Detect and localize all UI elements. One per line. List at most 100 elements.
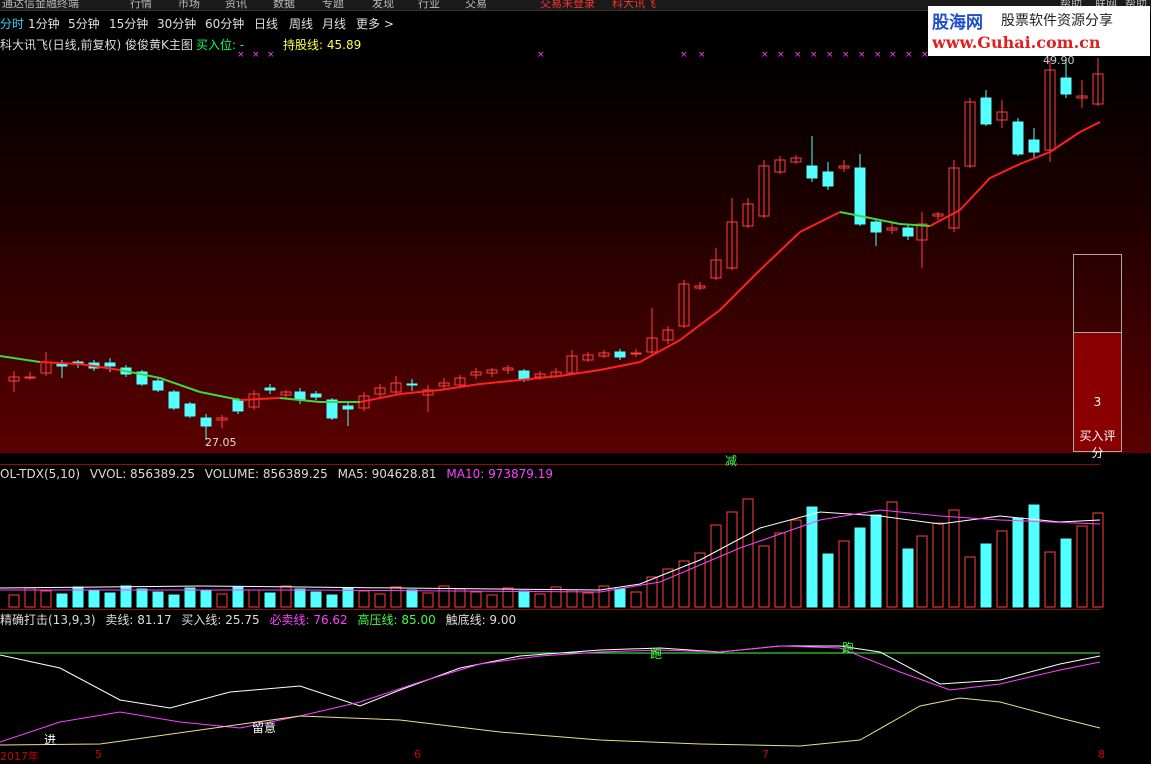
sell-marker: × xyxy=(777,50,785,60)
volume-bar xyxy=(870,514,882,608)
volume-bar xyxy=(374,593,386,608)
oscillator-legend: 精确打击(13,9,3) 卖线: 81.17 买入线: 25.75 必卖线: 7… xyxy=(0,611,522,628)
volume-bar xyxy=(996,530,1008,608)
volume-bar xyxy=(24,587,36,608)
volume-bar xyxy=(964,556,976,608)
volume-bar xyxy=(582,592,594,608)
buy-score-label: 买入评分 xyxy=(1079,429,1116,460)
run-signal-label-2: 跑 xyxy=(842,641,855,655)
buy-line-value: 买入线: 25.75 xyxy=(181,613,260,627)
volume-bar xyxy=(1012,517,1024,608)
volume-bar xyxy=(152,591,164,608)
volume-bar xyxy=(120,585,132,608)
date-label-july: 7 xyxy=(762,748,769,761)
volume-bar xyxy=(280,585,292,608)
candle-body xyxy=(342,405,354,410)
volume-bar xyxy=(1076,525,1088,608)
candle-body xyxy=(980,97,992,125)
volume-bar xyxy=(948,509,960,608)
candle-body xyxy=(310,393,322,398)
sell-marker: × xyxy=(267,50,275,60)
sell-marker: × xyxy=(889,50,897,60)
volume-bar xyxy=(646,576,658,608)
volume-bar xyxy=(534,593,546,608)
sell-marker: × xyxy=(842,50,850,60)
ma-line-segment xyxy=(929,209,961,227)
volume-bar xyxy=(774,532,786,608)
candle-body xyxy=(1060,77,1072,95)
sell-marker: × xyxy=(537,50,545,60)
volume-ma10-line xyxy=(0,509,1101,593)
candle-body xyxy=(902,227,914,237)
volume-bar xyxy=(422,592,434,608)
candle-body xyxy=(200,417,212,427)
volume-bar xyxy=(1092,512,1104,608)
volume-bar xyxy=(614,588,626,608)
volume-bar xyxy=(216,593,228,608)
price-chart[interactable]: × × × × × × × × × × × × × × × × × xyxy=(0,0,1151,761)
ma-line-segment xyxy=(719,269,761,311)
ma-line-segment xyxy=(399,389,441,395)
sell-line-value: 卖线: 81.17 xyxy=(105,613,172,627)
ma-line-segment xyxy=(199,391,241,401)
volume-bar xyxy=(790,519,802,608)
buy-score-value: 3 xyxy=(1093,395,1102,409)
date-label-june: 6 xyxy=(414,748,421,761)
watermark: 股海网 股票软件资源分享 www.Guhai.com.cn xyxy=(928,6,1150,56)
volume-bar xyxy=(726,511,738,608)
volume-bar xyxy=(630,591,642,608)
volume-bar xyxy=(326,594,338,608)
volume-bar xyxy=(916,535,928,608)
volume-bar xyxy=(136,588,148,608)
volume-bar xyxy=(264,592,276,608)
volume-bar xyxy=(932,522,944,608)
volume-bar xyxy=(184,587,196,608)
ma-line-segment xyxy=(0,355,41,363)
candle-body xyxy=(406,383,418,386)
ma-line-segment xyxy=(159,377,201,393)
volume-legend: OL-TDX(5,10) VVOL: 856389.25 VOLUME: 856… xyxy=(0,467,559,481)
ma-line-segment xyxy=(639,339,681,363)
watermark-slogan: 股票软件资源分享 xyxy=(1001,13,1113,29)
volume-bar xyxy=(980,543,992,608)
ma-line-segment xyxy=(239,397,281,401)
volume-bar xyxy=(406,589,418,608)
ma-line-segment xyxy=(1019,151,1051,165)
volume-bar xyxy=(1044,551,1056,608)
volume-bar xyxy=(566,589,578,608)
candle-body xyxy=(630,352,642,355)
volume-ma5-line xyxy=(0,511,1101,591)
notice-signal-label: 留意 xyxy=(252,721,277,735)
pressure-line-value: 高压线: 85.00 xyxy=(357,613,436,627)
volume-bar xyxy=(104,592,116,608)
sell-marker: × xyxy=(761,50,769,60)
low-price-label: 27.05 xyxy=(205,436,237,449)
sell-marker: × xyxy=(826,50,834,60)
volume-bar xyxy=(902,548,914,608)
volume-bar xyxy=(518,590,530,608)
candle-body xyxy=(806,165,818,179)
volume-bar xyxy=(294,588,306,608)
volume-bar xyxy=(310,591,322,608)
watermark-url: www.Guhai.com.cn xyxy=(932,33,1101,52)
date-label-year: 2017年 xyxy=(0,750,39,763)
volume-bar xyxy=(758,545,770,608)
sell-marker: × xyxy=(874,50,882,60)
volume-bar xyxy=(838,540,850,608)
candle-body xyxy=(614,351,626,358)
sell-marker: × xyxy=(237,50,245,60)
volume-bar xyxy=(470,591,482,608)
candle-body xyxy=(264,387,276,391)
ma-line-segment xyxy=(559,369,601,377)
volume-bar xyxy=(742,498,754,608)
ma-line-segment xyxy=(479,379,521,385)
candle-body xyxy=(56,363,68,367)
volume-bar xyxy=(438,585,450,608)
ma-line-segment xyxy=(989,163,1021,179)
run-signal-label: 跑 xyxy=(650,647,663,661)
candle-body xyxy=(168,391,180,409)
candle-body xyxy=(24,376,36,379)
candle-body xyxy=(152,380,164,391)
sell-marker: × xyxy=(794,50,802,60)
sell-marker: × xyxy=(252,50,260,60)
